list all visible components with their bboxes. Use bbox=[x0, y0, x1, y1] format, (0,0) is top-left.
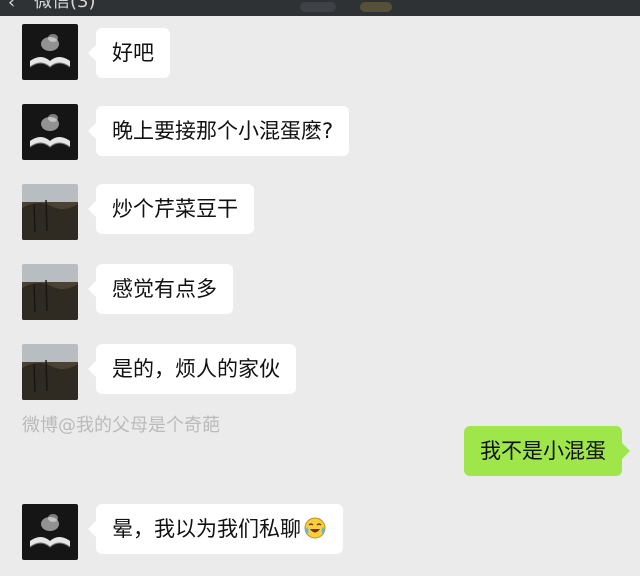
landscape-avatar[interactable] bbox=[22, 344, 78, 400]
incoming-message-bubble[interactable]: 好吧 bbox=[88, 28, 170, 78]
blurred-title-segment bbox=[360, 2, 392, 12]
landscape-avatar[interactable] bbox=[22, 184, 78, 240]
incoming-message-bubble[interactable]: 感觉有点多 bbox=[88, 264, 233, 314]
incoming-message-bubble[interactable]: 是的，烦人的家伙 bbox=[88, 344, 296, 394]
incoming-message-bubble[interactable]: 晚上要接那个小混蛋麽? bbox=[87, 106, 350, 156]
open-book-avatar[interactable] bbox=[22, 24, 78, 80]
top-navigation-bar: ‹ 微信(3) bbox=[0, 0, 640, 16]
open-book-avatar[interactable] bbox=[22, 504, 78, 560]
open-book-avatar[interactable] bbox=[22, 104, 78, 160]
blurred-title-segment bbox=[300, 2, 336, 12]
incoming-message-bubble[interactable]: 炒个芹菜豆干 bbox=[88, 184, 254, 234]
weibo-watermark: 微博@我的父母是个奇葩 bbox=[22, 415, 220, 436]
outgoing-message-bubble[interactable]: 我不是小混蛋 bbox=[464, 426, 630, 476]
landscape-avatar[interactable] bbox=[22, 264, 78, 320]
chat-list-title[interactable]: 微信(3) bbox=[34, 0, 96, 11]
incoming-message-bubble[interactable]: 晕，我以为我们私聊 bbox=[88, 504, 343, 554]
chevron-left-icon[interactable]: ‹ bbox=[8, 0, 15, 12]
laughing-crying-emoji-icon bbox=[303, 508, 327, 539]
message-text: 晕，我以为我们私聊 bbox=[112, 517, 301, 541]
